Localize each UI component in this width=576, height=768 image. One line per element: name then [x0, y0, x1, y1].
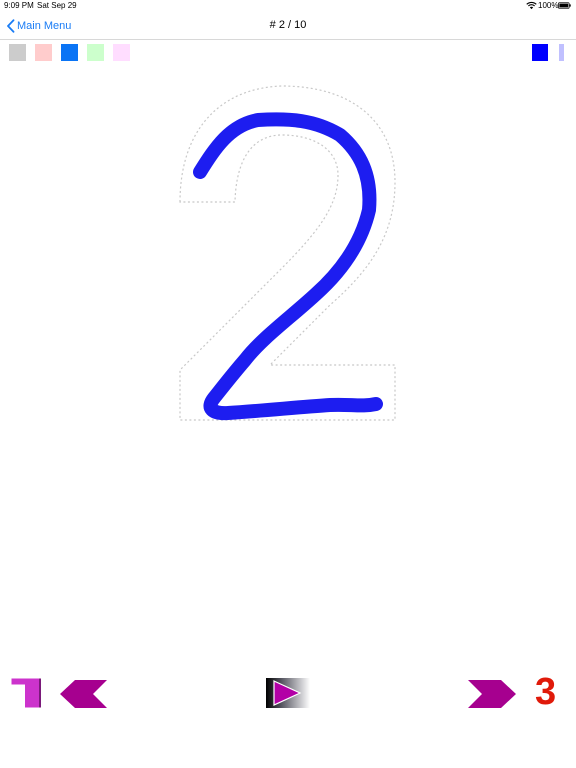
previous-arrow-button[interactable]	[60, 680, 108, 708]
battery-icon	[558, 2, 571, 9]
drawing-canvas[interactable]	[0, 62, 576, 662]
arrow-left-icon	[60, 680, 107, 708]
traced-digit-stroke	[193, 112, 383, 421]
next-digit-label[interactable]: 3	[535, 672, 556, 712]
brush-size-indicator[interactable]	[559, 44, 564, 61]
color-swatch-lavender[interactable]	[113, 44, 130, 61]
restart-button[interactable]	[11, 678, 41, 708]
color-swatch-gray[interactable]	[9, 44, 26, 61]
restart-bar-side	[25, 678, 41, 708]
status-date: Sat Sep 29	[37, 1, 77, 10]
status-time: 9:09 PM	[4, 1, 34, 10]
wifi-icon	[526, 1, 537, 10]
status-bar: 9:09 PM Sat Sep 29 100%	[0, 0, 576, 12]
color-swatch-blue[interactable]	[61, 44, 78, 61]
digit-outline-guide	[179, 85, 396, 421]
play-button[interactable]	[266, 678, 310, 708]
page-title: # 2 / 10	[269, 19, 307, 31]
current-brush-color[interactable]	[532, 44, 548, 61]
next-arrow-button[interactable]	[468, 680, 516, 708]
arrow-right-icon	[468, 680, 516, 708]
color-swatch-green[interactable]	[87, 44, 104, 61]
restart-edge	[39, 678, 41, 708]
tracing-canvas-svg	[179, 85, 396, 421]
battery-percent: 100%	[538, 1, 559, 10]
navigation-bar: Main Menu # 2 / 10	[0, 12, 576, 40]
color-swatch-pink[interactable]	[35, 44, 52, 61]
